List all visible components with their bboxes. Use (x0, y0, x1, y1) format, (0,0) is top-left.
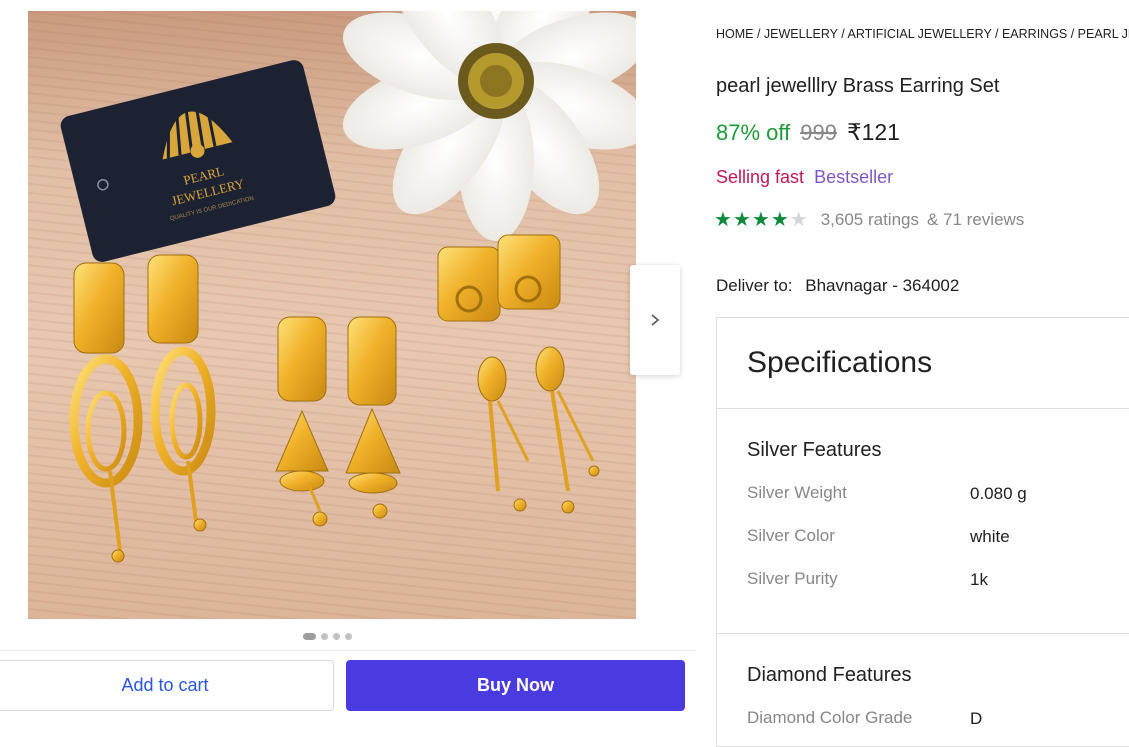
earring-pair-2 (275, 316, 401, 527)
product-tags: Selling fast Bestseller (716, 167, 893, 188)
discount-percent: 87% off (716, 120, 791, 145)
spec-key-silver-purity: Silver Purity (747, 569, 838, 588)
carousel-dot-2[interactable] (321, 633, 328, 640)
star-filled-icon: ★ (751, 209, 771, 231)
chevron-right-icon (651, 314, 660, 326)
breadcrumb[interactable]: HOME / JEWELLERY / ARTIFICIAL JEWELLERY … (716, 27, 1129, 41)
price-row: 87% off 999 ₹121 (716, 119, 900, 146)
silver-features-title: Silver Features (747, 439, 882, 461)
add-to-cart-button[interactable]: Add to cart (0, 660, 334, 711)
carousel-dot-4[interactable] (345, 633, 352, 640)
spec-divider (717, 408, 1129, 409)
deliver-to-location[interactable]: Bhavnagar - 364002 (805, 276, 959, 295)
earring-pair-1 (69, 254, 216, 563)
button-row-divider (0, 650, 696, 651)
ratings-count[interactable]: 3,605 ratings (821, 210, 919, 230)
specifications-title: Specifications (747, 346, 933, 379)
star-filled-icon: ★ (732, 209, 752, 231)
spec-value-silver-weight: 0.080 g (970, 484, 1027, 503)
spec-key-silver-weight: Silver Weight (747, 483, 847, 502)
diamond-features-title: Diamond Features (747, 664, 912, 686)
spec-value-silver-color: white (970, 527, 1010, 546)
star-filled-icon: ★ (770, 209, 790, 231)
spec-key-silver-color: Silver Color (747, 526, 835, 545)
product-image[interactable]: PEARL JEWELLERY QUALITY IS OUR DEDICATIO… (28, 11, 636, 619)
product-title: pearl jewelllry Brass Earring Set (716, 75, 1000, 97)
carousel-dot-1[interactable] (303, 633, 316, 640)
bestseller-tag: Bestseller (814, 167, 894, 187)
spec-value-silver-purity: 1k (970, 570, 988, 589)
star-filled-icon: ★ (714, 209, 733, 231)
buy-now-button[interactable]: Buy Now (346, 660, 685, 711)
earring-pair-3 (437, 234, 600, 514)
flower-decoration (342, 11, 636, 241)
brand-card: PEARL JEWELLERY QUALITY IS OUR DEDICATIO… (60, 60, 336, 262)
rating-stars: ★ ★ ★ ★ ★ (714, 207, 809, 232)
carousel-dot-3[interactable] (333, 633, 340, 640)
spec-value-diamond-color-grade: D (970, 709, 983, 728)
reviews-count[interactable]: & 71 reviews (927, 210, 1024, 230)
delivery-location[interactable]: Deliver to: Bhavnagar - 364002 (716, 276, 959, 296)
next-image-button[interactable] (630, 265, 680, 375)
deliver-to-label: Deliver to: (716, 276, 793, 295)
spec-divider (717, 633, 1129, 634)
spec-key-diamond-color-grade: Diamond Color Grade (747, 708, 913, 727)
specifications-panel: Specifications Silver Features Silver We… (716, 317, 1129, 747)
mrp-price: 999 (800, 120, 837, 145)
image-carousel-dots (303, 633, 352, 640)
selling-fast-tag: Selling fast (716, 167, 805, 187)
star-empty-icon: ★ (789, 209, 809, 231)
selling-price: ₹121 (846, 119, 900, 145)
rating-row[interactable]: ★ ★ ★ ★ ★ 3,605 ratings & 71 reviews (714, 207, 1024, 232)
